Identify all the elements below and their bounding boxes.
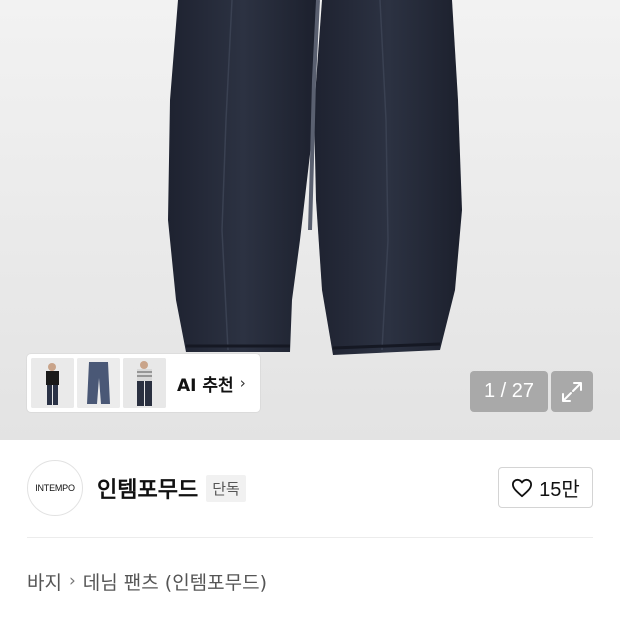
- ai-thumbnail-2[interactable]: [77, 358, 120, 408]
- breadcrumb-item-subcategory[interactable]: 데님 팬츠 (인템포무드): [83, 568, 267, 595]
- ai-recommend-card[interactable]: AI 추천 ›: [27, 354, 260, 412]
- expand-icon: [562, 381, 582, 402]
- image-page-counter: 1 / 27: [470, 371, 548, 412]
- brand-like-button[interactable]: 15만: [498, 467, 593, 508]
- breadcrumb: 바지 › 데님 팬츠 (인템포무드): [27, 566, 267, 596]
- chevron-right-icon: ›: [68, 571, 76, 591]
- fullscreen-button[interactable]: [551, 371, 593, 412]
- like-count: 15만: [539, 479, 580, 501]
- brand-row: INTEMPO 인템포무드 단독 15만: [27, 459, 593, 517]
- brand-logo-text: INTEMPO: [35, 483, 75, 493]
- section-divider: [27, 537, 593, 538]
- ai-thumbnail-3[interactable]: [123, 358, 166, 408]
- breadcrumb-item-category[interactable]: 바지: [27, 568, 62, 595]
- ai-recommend-label: AI 추천: [177, 375, 234, 396]
- product-image-gallery[interactable]: AI 추천 › 1 / 27: [0, 0, 620, 440]
- brand-name-link[interactable]: 인템포무드: [97, 472, 198, 504]
- chevron-right-icon: ›: [239, 374, 246, 392]
- heart-icon: [512, 478, 533, 497]
- ai-recommend-link[interactable]: AI 추천 ›: [177, 371, 246, 396]
- ai-thumbnail-1[interactable]: [31, 358, 74, 408]
- brand-logo[interactable]: INTEMPO: [27, 460, 83, 516]
- exclusive-badge: 단독: [206, 474, 246, 502]
